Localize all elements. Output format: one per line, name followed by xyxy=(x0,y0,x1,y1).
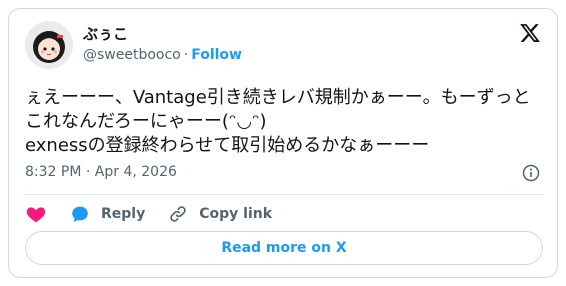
tweet-text: ぇえーーー、Vantage引き続きレバ規制かぁーー。もーずっとこれなんだろーにゃ… xyxy=(25,87,531,156)
read-more-button[interactable]: Read more on X xyxy=(25,231,543,265)
copy-link-button[interactable]: Copy link xyxy=(167,203,272,225)
reply-button[interactable]: Reply xyxy=(69,203,145,225)
avatar[interactable] xyxy=(25,21,73,69)
like-button[interactable] xyxy=(25,203,47,225)
tweet-date: Apr 4, 2026 xyxy=(94,164,177,180)
link-icon xyxy=(170,206,186,222)
x-logo-icon[interactable] xyxy=(519,22,541,44)
handle[interactable]: @sweetbooco xyxy=(83,47,181,63)
divider xyxy=(25,194,543,195)
tweet-time: 8:32 PM xyxy=(25,164,82,180)
follow-button[interactable]: Follow xyxy=(191,47,242,63)
reply-icon xyxy=(72,206,88,222)
separator-dot: · xyxy=(183,47,189,63)
handle-row: @sweetbooco · Follow xyxy=(83,47,242,63)
tweet-timestamp[interactable]: 8:32 PM · Apr 4, 2026 xyxy=(25,164,177,180)
display-name[interactable]: ぶぅこ xyxy=(83,23,128,44)
avatar-image xyxy=(25,21,73,69)
meta-separator: · xyxy=(85,164,91,180)
reply-label: Reply xyxy=(101,206,146,222)
heart-icon xyxy=(26,207,46,223)
info-icon[interactable] xyxy=(521,163,541,183)
tweet-card: ぶぅこ @sweetbooco · Follow ぇえーーー、Vantage引き続き… xyxy=(8,8,558,278)
action-bar: Reply Copy link xyxy=(25,202,294,226)
copy-link-label: Copy link xyxy=(199,206,273,222)
